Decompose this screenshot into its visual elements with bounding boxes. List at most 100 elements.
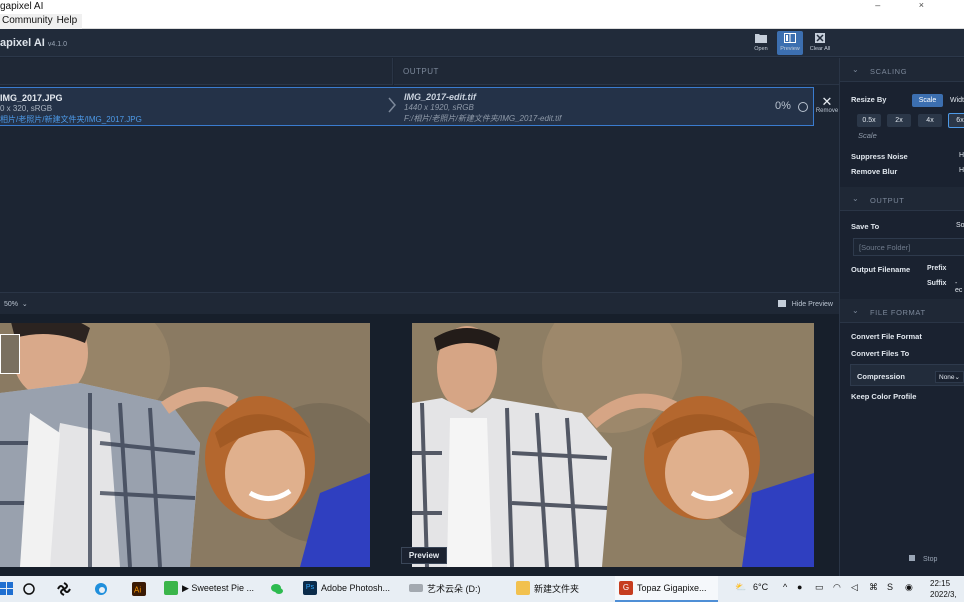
original-preview-image[interactable] <box>0 323 370 567</box>
source-folder-field[interactable]: [Source Folder] <box>853 238 964 256</box>
tray-app-icon[interactable]: ● <box>797 582 802 592</box>
compression-box: Compression None⌄ <box>850 364 964 386</box>
preview-label: Preview <box>401 547 447 564</box>
enhanced-preview-image[interactable] <box>412 323 814 567</box>
output-path: F:/相片/老照片/新建文件夹/IMG_2017-edit.tif <box>404 114 562 123</box>
taskbar: Ai ▶ Sweetest Pie ... Ps Adobe Photosh..… <box>0 576 964 602</box>
keep-color-profile-label: Keep Color Profile <box>851 392 917 401</box>
scale-4x-button[interactable]: 4x <box>918 114 942 127</box>
wechat-tray-icon[interactable]: ◉ <box>905 582 913 593</box>
output-filename: IMG_2017-edit.tif <box>404 92 477 102</box>
navigator-thumbnail[interactable] <box>0 334 20 374</box>
remove-blur-value[interactable]: H <box>959 167 964 174</box>
folder-icon <box>755 34 767 43</box>
progress-ring-icon <box>798 102 808 112</box>
resize-by-label: Resize By <box>851 95 887 104</box>
output-column-header: OUTPUT <box>394 58 839 85</box>
save-to-label: Save To <box>851 222 880 231</box>
drive-icon <box>409 584 423 592</box>
compression-label: Compression <box>857 372 905 381</box>
battery-icon[interactable]: ▭ <box>815 582 824 593</box>
sogou-icon[interactable]: S <box>887 582 893 592</box>
file-row[interactable]: IMG_2017.JPG 0 x 320, sRGB 相片/老照片/新建文件夹/… <box>0 87 814 126</box>
suppress-noise-value[interactable]: H <box>959 152 964 159</box>
preview-toolbar: 50% ⌄ Hide Preview <box>0 292 839 314</box>
settings-panel: ⌄ SCALING Resize By Scale Widt 0.5x 2x 4x… <box>839 58 964 576</box>
output-dimensions: 1440 x 1920, sRGB <box>404 103 474 112</box>
taskbar-item-folder[interactable]: 新建文件夹 <box>512 576 610 602</box>
prefix-label: Prefix <box>927 265 947 272</box>
photo-enhanced <box>412 323 814 567</box>
menu-community[interactable]: Community <box>0 14 55 29</box>
folder-icon <box>516 581 530 595</box>
menu-help[interactable]: Help <box>55 14 80 29</box>
photo-original <box>0 323 370 567</box>
stop-button[interactable]: Stop <box>909 555 937 563</box>
network-icon[interactable]: ◠ <box>833 582 841 593</box>
input-path: 相片/老照片/新建文件夹/IMG_2017.JPG <box>0 115 142 124</box>
input-column-header <box>0 58 393 85</box>
scale-0-5x-button[interactable]: 0.5x <box>857 114 881 127</box>
app-name: apixel AI <box>0 37 45 49</box>
clear-icon <box>815 33 825 43</box>
window-controls[interactable]: – × <box>875 0 942 10</box>
volume-icon[interactable]: ◁ <box>851 582 858 593</box>
wechat-icon[interactable] <box>270 582 284 596</box>
taskbar-item-topaz[interactable]: G Topaz Gigapixe... <box>615 576 718 602</box>
compression-select[interactable]: None⌄ <box>935 371 964 383</box>
input-filename: IMG_2017.JPG <box>0 93 63 103</box>
scale-6x-button[interactable]: 6x <box>948 113 964 128</box>
scale-2x-button[interactable]: 2x <box>887 114 911 127</box>
preview-button[interactable]: Preview <box>777 31 803 55</box>
taskbar-item-drive[interactable]: 艺术云朵 (D:) <box>405 576 505 602</box>
file-format-section-header[interactable]: ⌄ FILE FORMAT <box>840 299 964 323</box>
output-section-header[interactable]: ⌄ OUTPUT <box>840 187 964 211</box>
weather-temp[interactable]: 6°C <box>753 582 768 592</box>
chevron-right-icon <box>388 97 396 113</box>
open-button[interactable]: Open <box>748 31 774 55</box>
save-to-select[interactable]: So <box>956 222 964 229</box>
svg-text:Ai: Ai <box>134 586 141 595</box>
zoom-select[interactable]: 50% ⌄ <box>4 300 28 308</box>
remove-button[interactable]: ✕ Remove <box>815 95 839 120</box>
window-titlebar: gapixel AI – × <box>0 0 964 14</box>
suffix-label: Suffix <box>927 280 947 287</box>
menu-bar: Community Help <box>0 14 964 29</box>
output-header-label: OUTPUT <box>403 67 439 76</box>
input-dimensions: 0 x 320, sRGB <box>0 104 53 113</box>
scale-caption: Scale <box>858 131 877 140</box>
widgets-icon[interactable] <box>57 582 71 596</box>
music-app-icon <box>164 581 178 595</box>
clear-all-button[interactable]: Clear All <box>807 31 833 55</box>
app-version: v4.1.0 <box>47 41 67 48</box>
chevron-down-icon: ⌄ <box>852 306 860 315</box>
preview-area: Preview <box>0 314 839 576</box>
split-view-icon <box>784 33 796 43</box>
window-title: gapixel AI <box>0 1 44 12</box>
taskbar-item-photoshop[interactable]: Ps Adobe Photosh... <box>299 576 399 602</box>
system-clock[interactable]: 22:15 2022/3, <box>930 578 957 600</box>
remove-blur-label: Remove Blur <box>851 167 898 176</box>
stop-icon <box>909 555 915 561</box>
stop-bar: Stop <box>839 552 964 572</box>
width-mode-button[interactable]: Widt <box>950 97 964 104</box>
output-filename-label: Output Filename <box>851 265 911 274</box>
edge-icon[interactable] <box>94 582 108 596</box>
convert-files-to-label: Convert Files To <box>851 349 910 358</box>
scaling-section-header[interactable]: ⌄ SCALING <box>840 58 964 82</box>
chevron-down-icon: ⌄ <box>852 194 860 203</box>
suffix-input[interactable]: -ec <box>955 280 964 294</box>
progress-percent: 0% <box>775 100 791 112</box>
chevron-down-icon: ⌄ <box>852 65 860 74</box>
topaz-icon: G <box>619 581 633 595</box>
weather-icon[interactable]: ⛅ <box>735 582 746 593</box>
ime-icon[interactable]: ⌘ <box>869 582 878 593</box>
start-icon[interactable] <box>0 582 14 596</box>
taskbar-item-music[interactable]: ▶ Sweetest Pie ... <box>160 576 260 602</box>
hide-preview-button[interactable]: Hide Preview <box>777 300 833 308</box>
scale-mode-button[interactable]: Scale <box>912 94 943 107</box>
search-icon[interactable] <box>22 582 36 596</box>
illustrator-icon[interactable]: Ai <box>132 582 146 596</box>
chevron-up-icon[interactable]: ^ <box>783 582 787 592</box>
hide-icon <box>777 300 786 307</box>
